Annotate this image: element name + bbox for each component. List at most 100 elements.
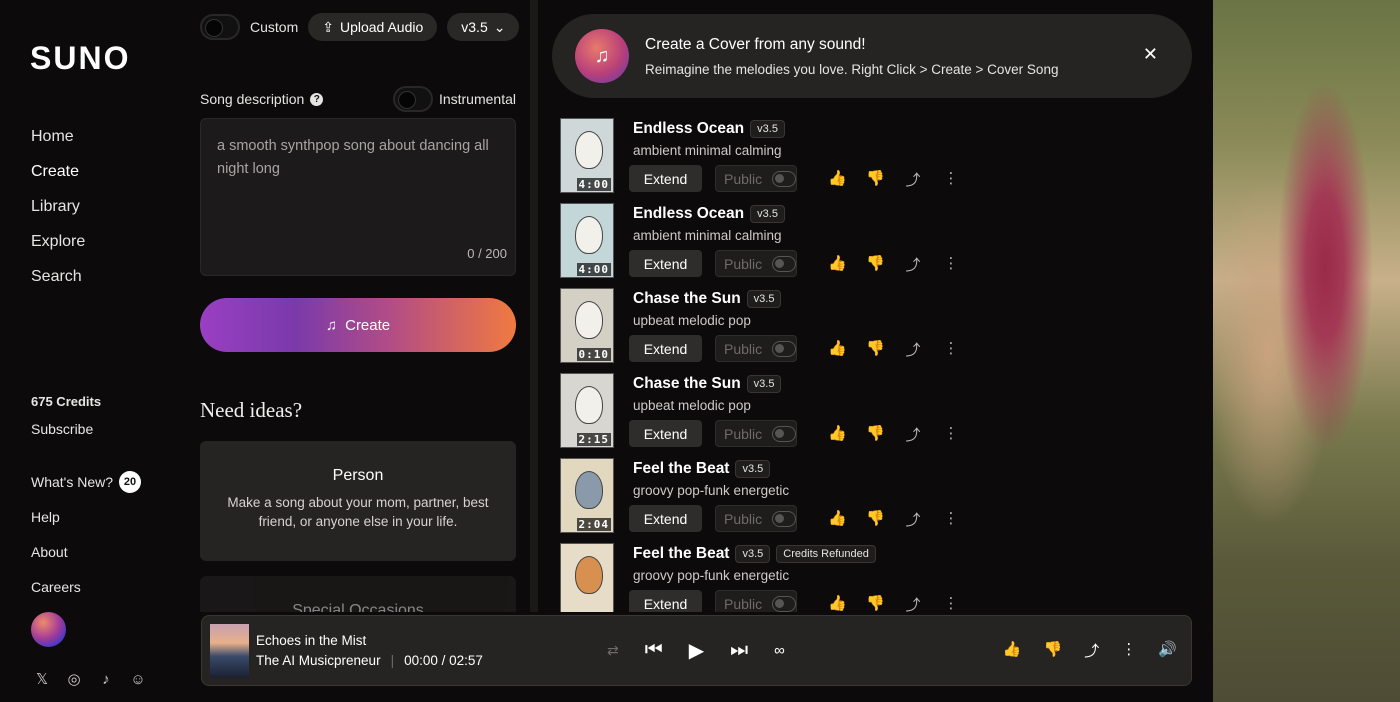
more-icon[interactable]: ⋮	[942, 339, 960, 360]
thumbs-down-icon[interactable]: 👎	[866, 509, 885, 530]
thumbs-up-icon[interactable]: 👍	[1003, 640, 1022, 661]
song-thumbnail[interactable]: 2:04	[560, 458, 614, 533]
song-thumbnail[interactable]: 4:00	[560, 203, 614, 278]
play-icon[interactable]: ▶	[689, 638, 704, 663]
nav-explore[interactable]: Explore	[31, 232, 85, 267]
song-description-input[interactable]: a smooth synthpop song about dancing all…	[200, 118, 516, 276]
song-row[interactable]: 2:15 Chase the Sun v3.5 upbeat melodic po…	[558, 373, 1198, 458]
idea-card-special[interactable]: Special Occasions	[200, 576, 516, 612]
thumbs-down-icon[interactable]: 👎	[866, 339, 885, 360]
extend-button[interactable]: Extend	[629, 250, 702, 277]
version-select[interactable]: v3.5 ⌄	[447, 13, 520, 41]
x-icon[interactable]: 𝕏	[33, 670, 51, 688]
song-style[interactable]: groovy pop-funk energetic	[633, 483, 789, 498]
extend-button[interactable]: Extend	[629, 420, 702, 447]
extend-button[interactable]: Extend	[629, 335, 702, 362]
share-icon[interactable]: ⤴	[904, 594, 922, 612]
shuffle-icon[interactable]: ⇄	[607, 642, 619, 659]
thumbs-up-icon[interactable]: 👍	[828, 509, 847, 530]
more-icon[interactable]: ⋮	[1121, 640, 1136, 661]
song-thumbnail[interactable]: 0:10	[560, 288, 614, 363]
song-thumbnail[interactable]: 4:00	[560, 118, 614, 193]
public-toggle[interactable]: Public	[715, 335, 797, 362]
thumbs-down-icon[interactable]: 👎	[866, 424, 885, 445]
song-style[interactable]: groovy pop-funk energetic	[633, 568, 789, 583]
idea-card-person[interactable]: Person Make a song about your mom, partn…	[200, 441, 516, 561]
song-row[interactable]: 4:00 Endless Ocean v3.5 ambient minimal c…	[558, 203, 1198, 288]
song-style[interactable]: ambient minimal calming	[633, 228, 782, 243]
tiktok-icon[interactable]: ♪	[97, 670, 115, 688]
more-icon[interactable]: ⋮	[942, 509, 960, 530]
close-icon[interactable]: ✕	[1143, 44, 1158, 65]
suno-logo[interactable]: SUNO	[30, 40, 130, 77]
extend-button[interactable]: Extend	[629, 165, 702, 192]
share-icon[interactable]: ⤴	[1084, 640, 1099, 661]
song-row[interactable]: 2:04 Feel the Beat v3.5 groovy pop-funk e…	[558, 458, 1198, 543]
public-toggle[interactable]: Public	[715, 590, 797, 612]
song-title[interactable]: Feel the Beat	[633, 460, 729, 478]
public-toggle[interactable]: Public	[715, 505, 797, 532]
share-icon[interactable]: ⤴	[904, 509, 922, 530]
help-link[interactable]: Help	[31, 499, 141, 534]
song-title[interactable]: Chase the Sun	[633, 290, 741, 308]
thumbs-up-icon[interactable]: 👍	[828, 254, 847, 275]
panel-divider[interactable]	[530, 0, 538, 612]
volume-icon[interactable]: 🔊	[1158, 640, 1177, 661]
help-icon[interactable]: ?	[310, 92, 324, 106]
share-icon[interactable]: ⤴	[904, 169, 922, 190]
subscribe-link[interactable]: Subscribe	[31, 421, 93, 437]
avatar[interactable]	[31, 612, 66, 647]
song-style[interactable]: upbeat melodic pop	[633, 398, 751, 413]
thumbs-up-icon[interactable]: 👍	[828, 594, 847, 612]
nav-home[interactable]: Home	[31, 127, 85, 162]
nav-library[interactable]: Library	[31, 197, 85, 232]
song-title[interactable]: Chase the Sun	[633, 375, 741, 393]
more-icon[interactable]: ⋮	[942, 169, 960, 190]
thumbs-down-icon[interactable]: 👎	[866, 594, 885, 612]
public-toggle[interactable]: Public	[715, 250, 797, 277]
thumbs-down-icon[interactable]: 👎	[1044, 640, 1063, 661]
public-toggle[interactable]: Public	[715, 165, 797, 192]
thumbs-up-icon[interactable]: 👍	[828, 169, 847, 190]
song-title[interactable]: Endless Ocean	[633, 205, 744, 223]
nav-search[interactable]: Search	[31, 267, 85, 302]
thumbs-down-icon[interactable]: 👎	[866, 169, 885, 190]
loop-icon[interactable]: ∞	[774, 642, 785, 659]
thumbs-up-icon[interactable]: 👍	[828, 424, 847, 445]
extend-button[interactable]: Extend	[629, 505, 702, 532]
player-artist[interactable]: The AI Musicpreneur	[256, 653, 381, 668]
player-title[interactable]: Echoes in the Mist	[256, 633, 366, 648]
song-style[interactable]: upbeat melodic pop	[633, 313, 751, 328]
next-icon[interactable]: ⏭	[730, 639, 748, 662]
more-icon[interactable]: ⋮	[942, 424, 960, 445]
thumbs-up-icon[interactable]: 👍	[828, 339, 847, 360]
careers-link[interactable]: Careers	[31, 569, 141, 604]
custom-toggle[interactable]	[200, 14, 240, 40]
song-row[interactable]: 0:10 Chase the Sun v3.5 upbeat melodic po…	[558, 288, 1198, 373]
discord-icon[interactable]: ☺	[129, 670, 147, 688]
extend-button[interactable]: Extend	[629, 590, 702, 612]
share-icon[interactable]: ⤴	[904, 424, 922, 445]
song-title[interactable]: Endless Ocean	[633, 120, 744, 138]
about-link[interactable]: About	[31, 534, 141, 569]
instagram-icon[interactable]: ◎	[65, 670, 83, 688]
more-icon[interactable]: ⋮	[942, 254, 960, 275]
player-thumbnail[interactable]	[210, 624, 249, 678]
song-style[interactable]: ambient minimal calming	[633, 143, 782, 158]
song-row[interactable]: Feel the Beat v3.5 Credits Refunded groovy…	[558, 543, 1198, 612]
create-button[interactable]: ♫ Create	[200, 298, 516, 352]
song-thumbnail[interactable]	[560, 543, 614, 612]
song-title[interactable]: Feel the Beat	[633, 545, 729, 563]
instrumental-toggle[interactable]	[392, 86, 433, 112]
previous-icon[interactable]: ⏮	[645, 639, 663, 662]
nav-create[interactable]: Create	[31, 162, 85, 197]
share-icon[interactable]: ⤴	[904, 254, 922, 275]
share-icon[interactable]: ⤴	[904, 339, 922, 360]
public-toggle[interactable]: Public	[715, 420, 797, 447]
upload-audio-button[interactable]: ⇪ Upload Audio	[308, 13, 438, 41]
more-icon[interactable]: ⋮	[942, 594, 960, 612]
song-row[interactable]: 4:00 Endless Ocean v3.5 ambient minimal c…	[558, 118, 1198, 203]
song-thumbnail[interactable]: 2:15	[560, 373, 614, 448]
thumbs-down-icon[interactable]: 👎	[866, 254, 885, 275]
whats-new-link[interactable]: What's New? 20	[31, 464, 142, 499]
